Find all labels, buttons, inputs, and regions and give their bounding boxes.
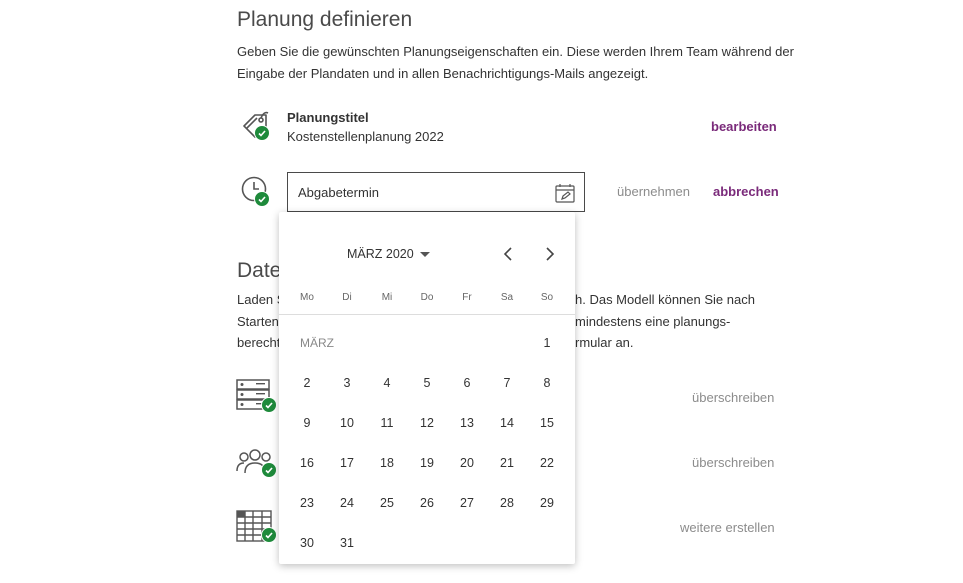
calendar-edit-icon[interactable] xyxy=(554,182,576,204)
calendar-day[interactable]: 6 xyxy=(447,375,487,391)
next-month-button[interactable] xyxy=(540,245,558,263)
date-picker-popup: MÄRZ 2020 Mo Di Mi Do Fr Sa So MÄRZ 1234… xyxy=(279,212,575,564)
page-description: Geben Sie die gewünschten Planungseigens… xyxy=(237,44,794,81)
calendar-day[interactable]: 17 xyxy=(327,455,367,471)
weekday-label: Do xyxy=(420,292,434,303)
previous-month-button[interactable] xyxy=(500,245,518,263)
deadline-date-field[interactable]: Abgabetermin xyxy=(287,172,585,212)
caret-down-icon xyxy=(419,252,430,258)
data-desc-right-2: mindestens eine planungs- xyxy=(575,314,731,329)
calendar-day[interactable]: 15 xyxy=(527,415,567,431)
calendar-day[interactable]: 5 xyxy=(407,375,447,391)
weekday-label: Mo xyxy=(300,292,314,303)
data-desc-left-2: Starten xyxy=(237,314,279,329)
calendar-day[interactable]: 2 xyxy=(287,375,327,391)
calendar-day[interactable]: 22 xyxy=(527,455,567,471)
calendar-day[interactable]: 26 xyxy=(407,495,447,511)
check-icon xyxy=(261,527,277,543)
deadline-placeholder: Abgabetermin xyxy=(298,185,379,200)
check-icon xyxy=(261,397,277,413)
month-year-label: MÄRZ 2020 xyxy=(347,247,414,261)
page-title: Planung definieren xyxy=(237,8,413,31)
month-year-dropdown[interactable]: MÄRZ 2020 xyxy=(347,247,430,261)
month-label: MÄRZ xyxy=(300,336,334,350)
calendar-day[interactable]: 13 xyxy=(447,415,487,431)
calendar-day[interactable]: 25 xyxy=(367,495,407,511)
data-desc-right-3: rmular an. xyxy=(575,335,634,350)
data-section-title: Date xyxy=(237,259,282,282)
calendar-day[interactable]: 23 xyxy=(287,495,327,511)
calendar-day[interactable]: 31 xyxy=(327,535,367,551)
cancel-button[interactable]: abbrechen xyxy=(713,184,779,199)
calendar-day[interactable]: 18 xyxy=(367,455,407,471)
calendar-day[interactable]: 3 xyxy=(327,375,367,391)
weekday-label: Mi xyxy=(381,292,393,303)
calendar-day[interactable]: 12 xyxy=(407,415,447,431)
calendar-day[interactable]: 24 xyxy=(327,495,367,511)
data-desc-left-3: berecht xyxy=(237,335,281,350)
calendar-day[interactable]: 10 xyxy=(327,415,367,431)
calendar-day[interactable]: 11 xyxy=(367,415,407,431)
calendar-day[interactable]: 1 xyxy=(527,335,567,351)
weekday-label: So xyxy=(540,292,554,303)
edit-title-button[interactable]: bearbeiten xyxy=(711,119,777,134)
calendar-day[interactable]: 4 xyxy=(367,375,407,391)
weekday-header: Mo Di Mi Do Fr Sa So xyxy=(287,292,567,303)
calendar-day[interactable]: 27 xyxy=(447,495,487,511)
calendar-day[interactable]: 20 xyxy=(447,455,487,471)
calendar-day[interactable]: 29 xyxy=(527,495,567,511)
weekday-label: Sa xyxy=(500,292,514,303)
calendar-day[interactable]: 14 xyxy=(487,415,527,431)
calendar-day[interactable]: 16 xyxy=(287,455,327,471)
calendar-day[interactable]: 28 xyxy=(487,495,527,511)
create-more-button[interactable]: weitere erstellen xyxy=(680,520,775,535)
check-icon xyxy=(254,125,270,141)
calendar-day[interactable]: 19 xyxy=(407,455,447,471)
planning-title-label: Planungstitel xyxy=(287,110,369,125)
planning-title-value: Kostenstellenplanung 2022 xyxy=(287,129,444,144)
overwrite-users-button[interactable]: überschreiben xyxy=(692,455,774,470)
calendar-day[interactable]: 8 xyxy=(527,375,567,391)
calendar-day[interactable]: 7 xyxy=(487,375,527,391)
overwrite-model-button[interactable]: überschreiben xyxy=(692,390,774,405)
calendar-day[interactable]: 30 xyxy=(287,535,327,551)
divider xyxy=(279,314,575,315)
calendar-day[interactable]: 9 xyxy=(287,415,327,431)
weekday-label: Di xyxy=(342,292,352,303)
check-icon xyxy=(261,462,277,478)
check-icon xyxy=(254,191,270,207)
weekday-label: Fr xyxy=(462,292,472,303)
apply-button[interactable]: übernehmen xyxy=(617,184,690,199)
data-desc-right-1: h. Das Modell können Sie nach xyxy=(575,292,755,307)
calendar-day[interactable]: 21 xyxy=(487,455,527,471)
